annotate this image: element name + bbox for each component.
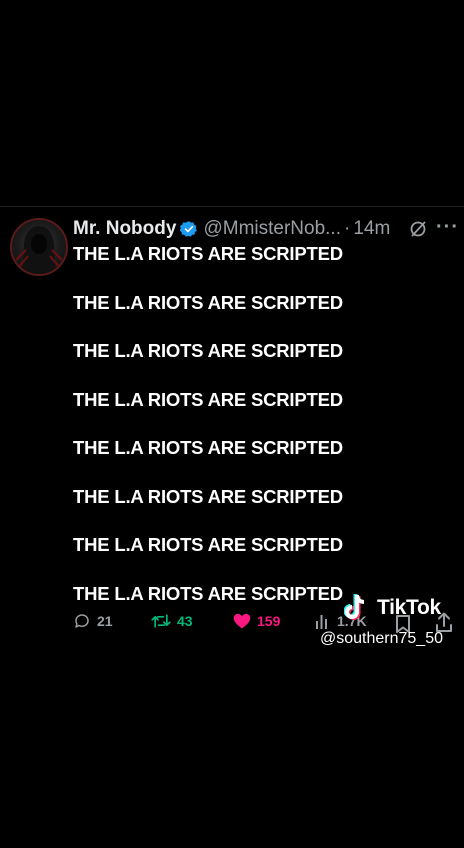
author-handle[interactable]: @MmisterNob...: [203, 218, 341, 240]
separator-dot: ·: [343, 218, 351, 239]
retweet-count: 43: [177, 613, 193, 629]
reply-button[interactable]: 21: [73, 612, 113, 630]
tweet-timestamp[interactable]: 14m: [353, 218, 390, 240]
tiktok-watermark: TikTok: [344, 592, 441, 624]
reply-count: 21: [97, 613, 113, 629]
verified-badge-icon: [180, 220, 198, 238]
views-chart-icon: [316, 615, 327, 629]
retweet-button[interactable]: 43: [151, 612, 193, 630]
top-divider: [0, 206, 464, 207]
tiktok-username: @southern75_50: [320, 630, 443, 647]
tweet-text-line: THE L.A RIOTS ARE SCRIPTED: [73, 485, 343, 507]
reply-icon: [75, 614, 89, 628]
tiktok-note-icon: [344, 594, 365, 620]
tweet-text-line: THE L.A RIOTS ARE SCRIPTED: [73, 340, 343, 361]
tweet-text-line: THE L.A RIOTS ARE SCRIPTED: [73, 534, 343, 555]
author-name[interactable]: Mr. Nobody: [73, 218, 176, 240]
tweet-text-line: THE L.A RIOTS ARE SCRIPTED: [73, 291, 343, 313]
like-button[interactable]: 159: [233, 612, 280, 630]
heart-icon: [233, 613, 251, 629]
tweet-text-line: THE L.A RIOTS ARE SCRIPTED: [73, 388, 343, 410]
tweet-text: THE L.A RIOTS ARE SCRIPTED THE L.A RIOTS…: [73, 243, 343, 631]
like-count: 159: [257, 613, 281, 629]
tweet-header: Mr. Nobody @MmisterNob... · 14m: [73, 217, 390, 241]
tiktok-brand: TikTok: [377, 596, 441, 619]
tweet-text-line: THE L.A RIOTS ARE SCRIPTED: [73, 243, 343, 264]
more-options-icon[interactable]: ···: [436, 216, 459, 239]
avatar[interactable]: [10, 218, 68, 276]
grok-icon[interactable]: [408, 219, 428, 239]
tweet-text-line: THE L.A RIOTS ARE SCRIPTED: [73, 437, 343, 458]
retweet-icon: [151, 614, 171, 628]
